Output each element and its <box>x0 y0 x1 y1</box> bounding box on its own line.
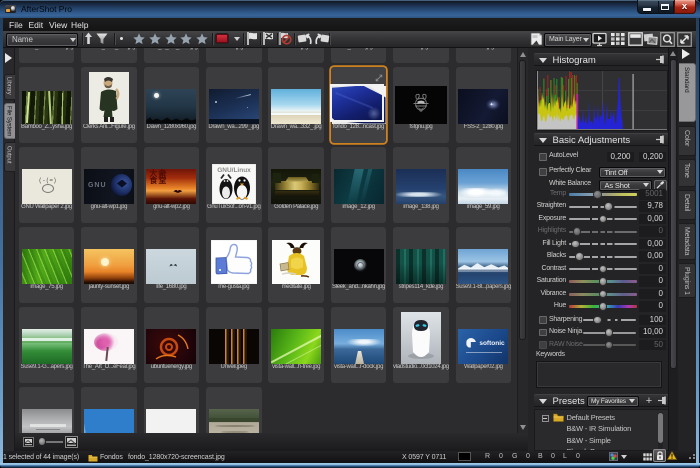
svg-text:GNU/Linux: GNU/Linux <box>217 167 251 174</box>
